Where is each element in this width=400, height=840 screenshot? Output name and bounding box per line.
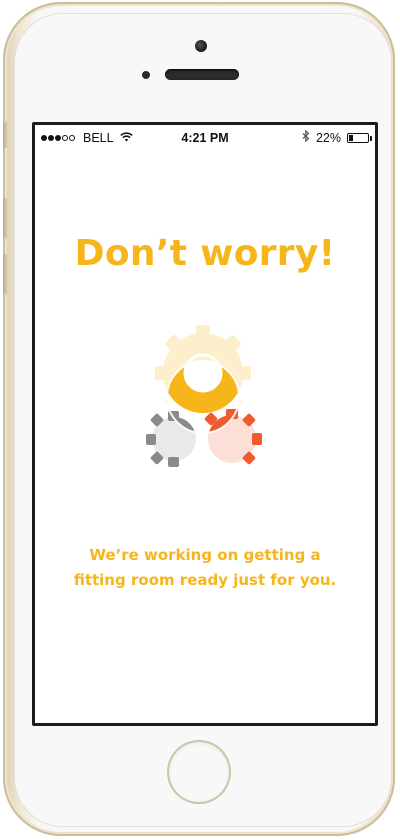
proximity-sensor xyxy=(142,71,150,79)
volume-up-button xyxy=(3,198,8,238)
battery-fill xyxy=(349,134,353,141)
page-title: Don’t worry! xyxy=(74,233,336,274)
status-message-line-1: We’re working on getting a xyxy=(89,546,321,564)
status-message: We’re working on getting a fitting room … xyxy=(35,543,375,593)
battery-tip xyxy=(370,135,372,141)
battery-icon xyxy=(347,132,372,143)
battery-percent: 22% xyxy=(315,130,341,145)
home-button[interactable] xyxy=(169,742,229,802)
volume-down-button xyxy=(3,254,8,294)
front-camera xyxy=(195,40,207,52)
status-message-line-2: fitting room ready just for you. xyxy=(73,571,337,589)
bluetooth-icon xyxy=(302,129,310,145)
gears-loading-icon xyxy=(130,315,280,490)
mute-switch xyxy=(3,122,8,148)
status-bar: BELL 4:21 PM 22% xyxy=(35,125,375,149)
phone-screen: BELL 4:21 PM 22% Don’t worry! We’re work… xyxy=(32,122,378,726)
earpiece-speaker xyxy=(165,69,239,80)
